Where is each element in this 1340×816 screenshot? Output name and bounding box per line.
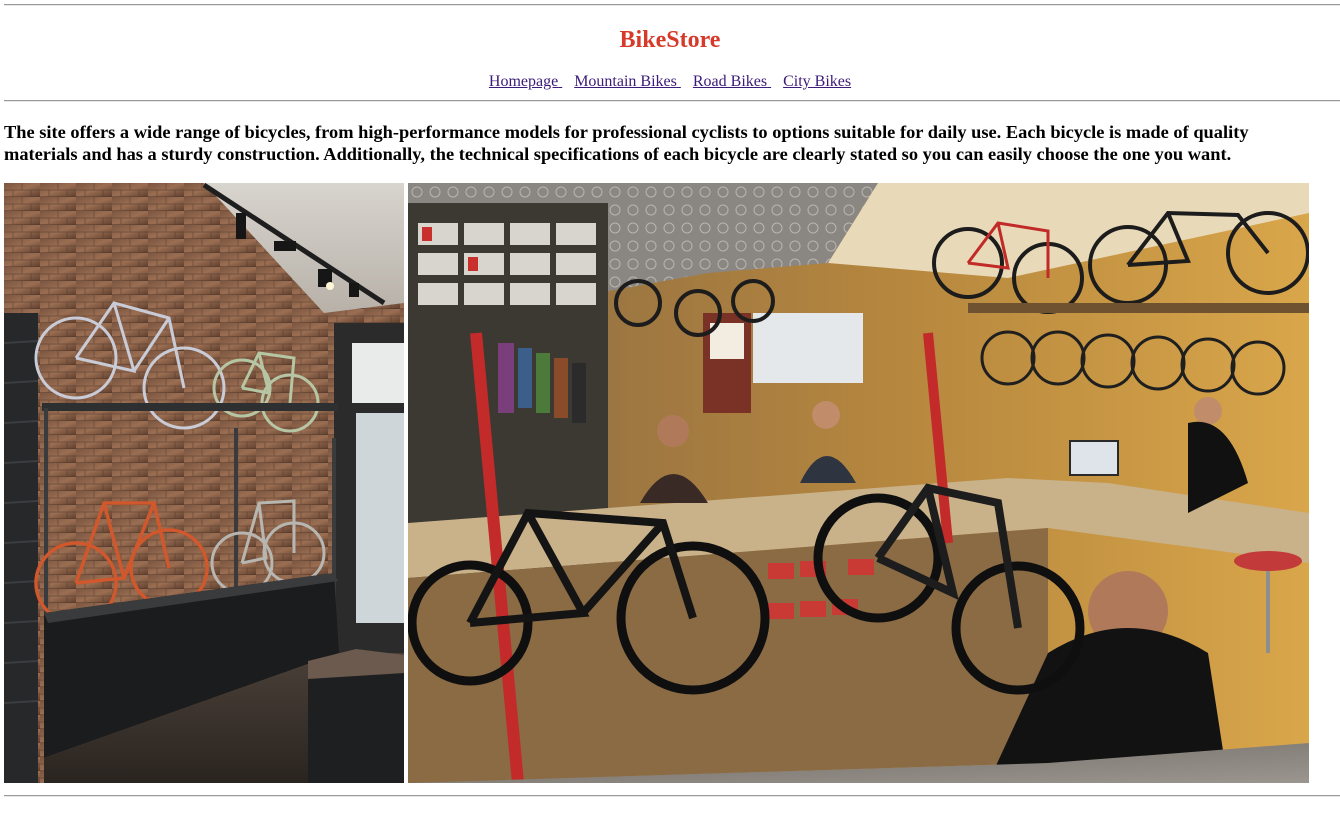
main-nav: Homepage Mountain Bikes Road Bikes City …: [0, 72, 1340, 92]
nav-link-homepage[interactable]: Homepage: [489, 73, 562, 90]
intro-paragraph: The site offers a wide range of bicycles…: [4, 122, 1249, 164]
nav-link-city-bikes-label: City Bikes: [783, 73, 852, 90]
nav-link-mountain-bikes-label: Mountain Bikes: [574, 73, 677, 90]
nav-link-road-bikes[interactable]: Road Bikes: [693, 73, 771, 90]
page: BikeStore Homepage Mountain Bikes Road B…: [0, 0, 1340, 816]
site-title-text: BikeStore: [619, 27, 721, 53]
top-divider: [4, 4, 1340, 6]
shop-interior-photo: [408, 183, 1309, 783]
nav-link-homepage-label: Homepage: [488, 73, 559, 90]
footer-divider: [4, 795, 1340, 797]
nav-link-city-bikes[interactable]: City Bikes: [783, 73, 851, 90]
site-title: BikeStore: [0, 26, 1340, 54]
nav-link-road-bikes-label: Road Bikes: [692, 73, 768, 90]
showroom-photo: [4, 183, 404, 783]
nav-link-mountain-bikes[interactable]: Mountain Bikes: [574, 73, 681, 90]
header-divider: [4, 100, 1340, 102]
